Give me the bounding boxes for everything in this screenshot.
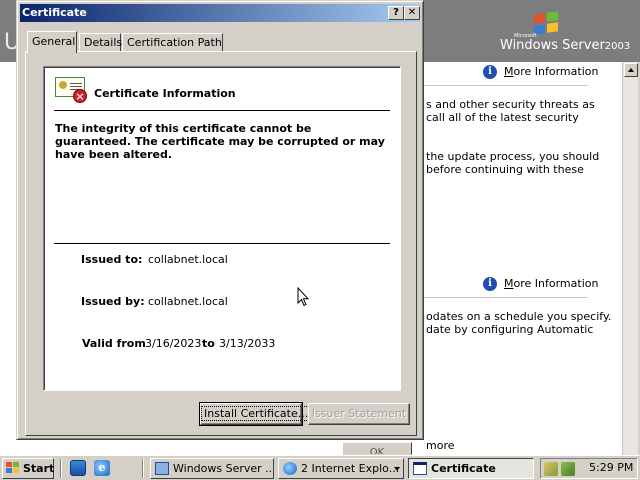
- show-desktop-icon[interactable]: [70, 460, 86, 476]
- window-icon: [413, 462, 427, 475]
- content-text: before continuing with these: [426, 163, 584, 176]
- window-icon: [155, 462, 169, 475]
- valid-from-value: 3/16/2023: [145, 337, 202, 350]
- content-text: odates on a schedule you specify.: [426, 310, 612, 323]
- task-label: 2 Internet Explo...: [301, 462, 400, 475]
- certificate-info-heading: Certificate Information: [94, 87, 236, 100]
- more-information-link[interactable]: More Information: [504, 65, 598, 78]
- valid-to-value: 3/13/2033: [219, 337, 276, 350]
- task-label: Windows Server ...: [173, 462, 274, 475]
- issued-to-label: Issued to:: [81, 253, 143, 266]
- details-divider: [54, 243, 390, 244]
- content-text: s and other security threats as: [426, 98, 595, 111]
- certificate-info-box: × Certificate Information The integrity …: [43, 66, 401, 391]
- internet-explorer-icon[interactable]: e: [94, 460, 110, 476]
- logo-product-text: Windows Server2003: [500, 38, 631, 53]
- windows-flag-icon: [6, 462, 20, 474]
- issuer-statement-button: Issuer Statement: [308, 403, 410, 425]
- integrity-warning: The integrity of this certificate cannot…: [55, 122, 385, 161]
- certificate-error-icon: ×: [55, 77, 87, 105]
- more-information-link[interactable]: More Information: [504, 277, 598, 290]
- internet-explorer-icon: [283, 462, 297, 475]
- divider: [424, 85, 588, 86]
- task-windows-server[interactable]: Windows Server ...: [150, 458, 274, 479]
- scroll-up-arrow-icon[interactable]: [624, 63, 638, 77]
- taskbar: Start e Windows Server ... 2 Internet Ex…: [0, 455, 640, 480]
- taskbar-separator: [60, 459, 62, 478]
- install-certificate-button[interactable]: Install Certificate...: [199, 402, 312, 426]
- mouse-cursor-icon: [297, 287, 309, 307]
- close-button[interactable]: ✕: [404, 6, 420, 20]
- system-tray: 5:29 PM: [540, 458, 638, 479]
- tray-update-icon[interactable]: [561, 462, 575, 476]
- valid-to-label: to: [202, 337, 215, 350]
- issued-by-label: Issued by:: [81, 295, 145, 308]
- content-text: call all of the latest security: [426, 111, 579, 124]
- clock[interactable]: 5:29 PM: [589, 461, 633, 474]
- task-label: Certificate: [431, 462, 496, 475]
- chevron-down-icon: [394, 467, 400, 471]
- tab-general[interactable]: General: [27, 31, 77, 53]
- help-button[interactable]: ?: [388, 6, 404, 20]
- task-internet-explorer-group[interactable]: 2 Internet Explo...: [278, 458, 404, 479]
- task-certificate[interactable]: Certificate: [408, 458, 534, 479]
- heading-divider: [54, 110, 390, 111]
- start-label: Start: [23, 462, 55, 475]
- tab-details[interactable]: Details: [79, 33, 122, 52]
- content-text: date by configuring Automatic: [426, 323, 594, 336]
- tab-certification-path[interactable]: Certification Path: [122, 33, 223, 52]
- install-certificate-label: Install Certificate...: [201, 406, 312, 421]
- ok-button-partial[interactable]: OK: [342, 442, 412, 455]
- start-button[interactable]: Start: [2, 458, 54, 479]
- general-tab-panel: × Certificate Information The integrity …: [25, 51, 417, 436]
- issued-by-value: collabnet.local: [148, 295, 228, 308]
- content-text: the update process, you should: [426, 150, 600, 163]
- more-link[interactable]: more: [426, 439, 455, 452]
- valid-from-label: Valid from: [82, 337, 146, 350]
- windows-server-logo: Microsoft Windows Server2003: [498, 11, 631, 56]
- windows-flag-icon: [534, 11, 560, 35]
- vertical-scrollbar[interactable]: [622, 62, 638, 455]
- taskbar-separator: [142, 459, 144, 478]
- divider: [424, 297, 588, 298]
- tray-security-icon[interactable]: [544, 462, 558, 476]
- dialog-title: Certificate: [22, 6, 87, 19]
- certificate-dialog: Certificate ? ✕ General Details Certific…: [16, 0, 424, 440]
- dialog-titlebar[interactable]: Certificate ? ✕: [20, 4, 420, 22]
- info-icon: i: [483, 65, 497, 79]
- issued-to-value: collabnet.local: [148, 253, 228, 266]
- info-icon: i: [483, 277, 497, 291]
